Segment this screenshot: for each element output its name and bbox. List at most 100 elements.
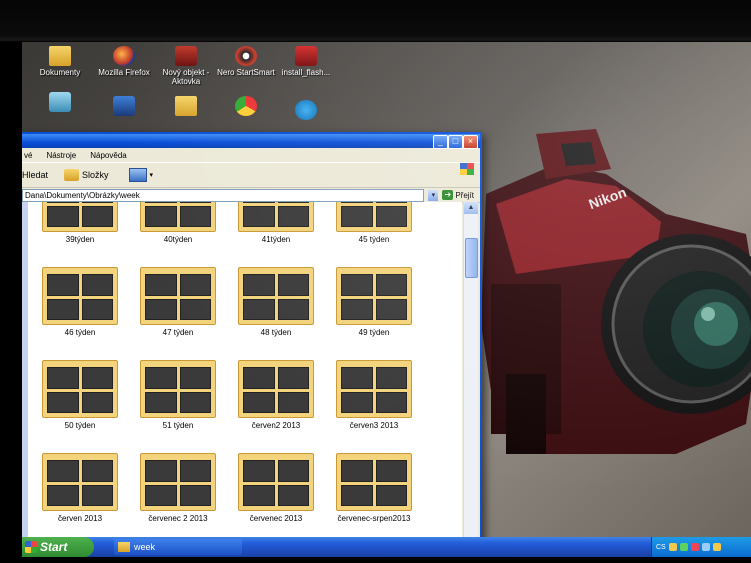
folder-item[interactable]: 39týden	[38, 202, 122, 244]
folder-item[interactable]: červenec 2 2013	[136, 453, 220, 523]
folder-item-label: červen 2013	[57, 514, 103, 523]
tray-icon[interactable]	[712, 543, 721, 551]
desktop: Dokumenty Mozilla Firefox Nový objekt - …	[22, 42, 751, 557]
desktop-icon-firefox[interactable]: Mozilla Firefox	[92, 46, 156, 77]
folder-item-label: 46 týden	[64, 328, 96, 337]
folder-item-label: červenec-srpen2013	[337, 514, 411, 523]
folder-item[interactable]: 47 týden	[136, 267, 220, 337]
folder-thumbnail-icon	[140, 202, 216, 232]
folder-thumbnail-icon	[42, 360, 118, 418]
menu-item-tools[interactable]: Nástroje	[46, 151, 76, 160]
menu-item-help[interactable]: Nápověda	[90, 151, 126, 160]
folder-thumbnail-icon	[238, 453, 314, 511]
address-input[interactable]: Dana\Dokumenty\Obrázky\week	[22, 188, 425, 202]
folder-item-label: 51 týden	[162, 421, 194, 430]
folder-thumbnail-icon	[238, 202, 314, 232]
views-button[interactable]: ▾	[128, 168, 153, 182]
folder-view: 39týden 40týden 41týden 45 týden 46 týden 47 …	[28, 202, 462, 540]
folder-item-label: 45 týden	[358, 235, 390, 244]
flash-installer-icon	[295, 46, 317, 66]
folder-item[interactable]: 40týden	[136, 202, 220, 244]
folder-icon	[49, 46, 71, 66]
folder-item[interactable]: 45 týden	[332, 202, 416, 244]
camera-wallpaper-image	[481, 129, 751, 454]
folder-item-label: 41týden	[261, 235, 291, 244]
search-button[interactable]: Hledat	[22, 170, 48, 180]
menu-item-view[interactable]: vé	[24, 151, 32, 160]
folder-item-label: 49 týden	[358, 328, 390, 337]
views-icon	[128, 168, 147, 182]
desktop-icon-skype[interactable]	[274, 100, 338, 122]
folder-thumbnail-icon	[336, 453, 412, 511]
desktop-icon-chrome[interactable]	[214, 96, 278, 118]
folder-item[interactable]: červen3 2013	[332, 360, 416, 430]
folder-item-label: 50 týden	[64, 421, 96, 430]
system-tray: CS	[651, 537, 751, 557]
folder-item-label: 47 týden	[162, 328, 194, 337]
folder-item[interactable]: červen2 2013	[234, 360, 318, 430]
language-indicator[interactable]: CS	[656, 544, 666, 551]
window-titlebar[interactable]: _ □ ×	[22, 134, 480, 149]
folder-item[interactable]: 48 týden	[234, 267, 318, 337]
desktop-icon-network[interactable]	[92, 96, 156, 118]
tray-icon[interactable]	[679, 543, 688, 551]
desktop-icon-recycle-bin[interactable]	[28, 92, 92, 114]
firefox-icon	[113, 46, 135, 66]
folder-item-label: 48 týden	[260, 328, 292, 337]
close-button[interactable]: ×	[463, 135, 478, 149]
desktop-icon-dokumenty[interactable]: Dokumenty	[28, 46, 92, 77]
folder-item[interactable]: červenec-srpen2013	[332, 453, 416, 523]
desktop-icon-aktovka[interactable]: Nový objekt - Aktovka	[154, 46, 218, 86]
tray-icon[interactable]	[690, 543, 699, 551]
folder-item-label: 40týden	[163, 235, 193, 244]
tray-icon[interactable]	[701, 543, 710, 551]
maximize-button[interactable]: □	[448, 135, 463, 149]
tray-icon[interactable]	[668, 543, 677, 551]
search-button-label: Hledat	[22, 170, 49, 180]
recycle-bin-icon	[49, 92, 71, 112]
folder-item[interactable]: 50 týden	[38, 360, 122, 430]
taskbar-item-week[interactable]: week	[114, 539, 242, 555]
vertical-scrollbar[interactable]: ▲	[463, 202, 478, 540]
monitor-frame: Dokumenty Mozilla Firefox Nový objekt - …	[0, 0, 751, 563]
desktop-icon-label: Nero StartSmart	[217, 68, 275, 77]
folder-thumbnail-icon	[238, 360, 314, 418]
folders-button[interactable]: Složky	[64, 169, 109, 181]
folder-item[interactable]: 41týden	[234, 202, 318, 244]
folder-thumbnail-icon	[140, 360, 216, 418]
folder-item[interactable]: 49 týden	[332, 267, 416, 337]
scroll-up-arrow-icon[interactable]: ▲	[464, 202, 478, 214]
folder-item-label: červen3 2013	[349, 421, 399, 430]
folders-icon	[64, 169, 80, 181]
folder-thumbnail-icon	[336, 267, 412, 325]
folder-thumbnail-icon	[140, 267, 216, 325]
minimize-button[interactable]: _	[433, 135, 448, 149]
desktop-icon-flash[interactable]: install_flash...	[274, 46, 338, 77]
folder-thumbnail-icon	[42, 202, 118, 232]
folder-icon	[118, 542, 130, 552]
folder-thumbnail-icon	[238, 267, 314, 325]
address-dropdown-button[interactable]: ▾	[428, 189, 439, 201]
scrollbar-thumb[interactable]	[465, 238, 478, 278]
desktop-icon-label: Dokumenty	[39, 68, 81, 77]
network-icon	[113, 96, 135, 116]
folder-icon	[175, 96, 197, 116]
taskbar: Start week CS	[22, 537, 751, 557]
taskbar-item-label: week	[134, 542, 156, 552]
folder-thumbnail-icon	[42, 267, 118, 325]
desktop-icon-label: Nový objekt - Aktovka	[162, 68, 210, 86]
go-button[interactable]: ➔ Přejít	[442, 190, 480, 200]
folder-thumbnail-icon	[336, 202, 412, 232]
folder-item[interactable]: červenec 2013	[234, 453, 318, 523]
folder-thumbnail-icon	[336, 360, 412, 418]
folder-item[interactable]: 46 týden	[38, 267, 122, 337]
menu-bar: vé Nástroje Nápověda	[22, 148, 480, 162]
folder-item[interactable]: červen 2013	[38, 453, 122, 523]
folder-item[interactable]: 51 týden	[136, 360, 220, 430]
desktop-icon-label: Mozilla Firefox	[98, 68, 150, 77]
desktop-icon-folder[interactable]	[154, 96, 218, 118]
desktop-icon-nero[interactable]: Nero StartSmart	[214, 46, 278, 77]
start-button[interactable]: Start	[22, 537, 94, 557]
windows-logo-icon	[460, 163, 474, 175]
windows-logo-icon	[25, 541, 37, 553]
